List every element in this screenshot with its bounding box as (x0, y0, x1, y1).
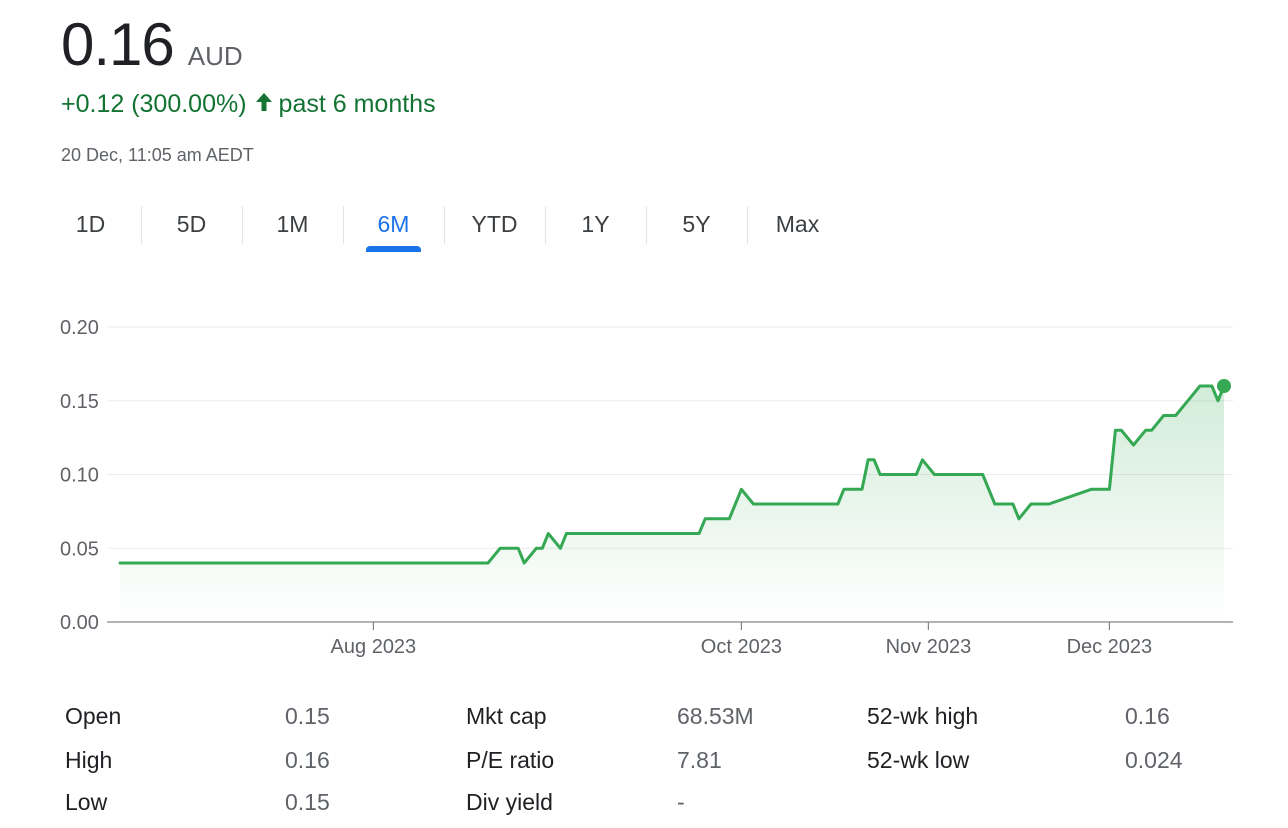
stat-value: - (677, 789, 685, 815)
stat-label: Div yield (466, 789, 553, 815)
stat-label: 52-wk low (867, 747, 970, 773)
arrow-up-icon (255, 90, 273, 119)
stat-label: Mkt cap (466, 703, 547, 729)
price-header: 0.16 AUD (61, 12, 243, 78)
tab-1m[interactable]: 1M (242, 200, 343, 252)
y-tick-label: 0.00 (60, 612, 99, 634)
stat-value: 7.81 (677, 747, 722, 773)
tab-label: 6M (377, 211, 410, 237)
tab-5d[interactable]: 5D (141, 200, 242, 252)
tab-label: 1D (75, 211, 106, 237)
tab-label: 5Y (682, 211, 711, 237)
stat-label: Low (65, 789, 108, 815)
stat-label: Open (65, 703, 122, 729)
x-tick-label: Nov 2023 (886, 636, 972, 658)
y-tick-label: 0.10 (60, 465, 99, 487)
stat-value: 0.024 (1125, 747, 1183, 773)
y-tick-label: 0.20 (60, 317, 99, 339)
tab-ytd[interactable]: YTD (444, 200, 545, 252)
stat-value: 68.53M (677, 703, 754, 729)
tab-label: 1Y (581, 211, 610, 237)
range-tabs: 1D 5D 1M 6M YTD 1Y 5Y Max (40, 200, 848, 252)
price-chart[interactable]: 0.00 0.05 0.10 0.15 0.20 Aug 2023 Oct 2023 Nov … (0, 300, 1288, 680)
current-price: 0.16 (61, 11, 175, 78)
last-price-dot (1217, 379, 1231, 393)
tab-label: 5D (176, 211, 207, 237)
tab-1y[interactable]: 1Y (545, 200, 646, 252)
change-period: past 6 months (278, 90, 436, 118)
x-tick-label: Aug 2023 (331, 636, 417, 658)
stat-label: 52-wk high (867, 703, 979, 729)
stat-value: 0.16 (285, 747, 330, 773)
tab-5y[interactable]: 5Y (646, 200, 747, 252)
tab-1d[interactable]: 1D (40, 200, 141, 252)
stat-label: High (65, 747, 113, 773)
tab-max[interactable]: Max (747, 200, 848, 252)
x-tick-label: Oct 2023 (701, 636, 782, 658)
currency-label: AUD (187, 41, 243, 71)
stat-label: P/E ratio (466, 747, 555, 773)
x-tick-label: Dec 2023 (1067, 636, 1153, 658)
timestamp: 20 Dec, 11:05 am AEDT (61, 145, 254, 165)
stat-value: 0.15 (285, 789, 330, 815)
tab-6m[interactable]: 6M (343, 200, 444, 252)
y-tick-label: 0.05 (60, 538, 99, 560)
change-value: +0.12 (300.00%) (61, 90, 247, 118)
y-tick-label: 0.15 (60, 391, 99, 413)
tab-label: YTD (471, 211, 518, 237)
price-change: +0.12 (300.00%) past 6 months (61, 90, 436, 119)
stat-value: 0.15 (285, 703, 330, 729)
tab-label: Max (775, 211, 820, 237)
area-fill (120, 386, 1224, 622)
stat-value: 0.16 (1125, 703, 1170, 729)
tab-label: 1M (276, 211, 309, 237)
